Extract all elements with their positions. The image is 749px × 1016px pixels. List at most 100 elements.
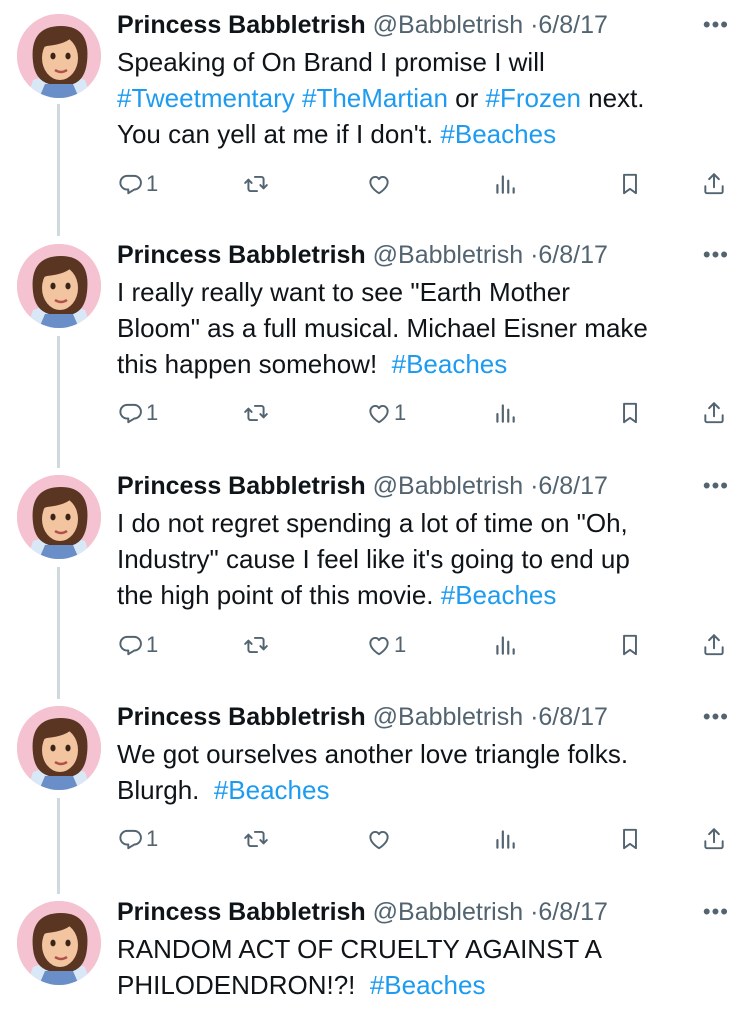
display-name[interactable]: Princess Babbletrish [117, 241, 366, 269]
tweet-text: Speaking of On Brand I promise I will #T… [117, 44, 731, 152]
like-count: 1 [394, 400, 407, 425]
more-icon[interactable]: ••• [703, 469, 729, 503]
display-name[interactable]: Princess Babbletrish [117, 703, 366, 731]
retweet-icon [243, 171, 269, 197]
avatar[interactable] [17, 901, 101, 985]
bookmark-button[interactable] [617, 628, 643, 662]
views-icon [492, 632, 518, 658]
bookmark-button[interactable] [617, 822, 643, 856]
hashtag-link[interactable]: #Beaches [214, 775, 330, 805]
tweet-text: I really really want to see "Earth Mothe… [117, 274, 731, 382]
retweet-button[interactable] [243, 628, 271, 662]
retweet-button[interactable] [243, 167, 271, 201]
tweet-header: Princess Babbletrish @Babbletrish ·6/8/1… [117, 8, 731, 42]
reply-count: 1 [146, 400, 159, 425]
share-icon [701, 171, 727, 197]
reply-button[interactable]: 1 [118, 396, 158, 430]
avatar[interactable] [17, 475, 101, 559]
more-icon[interactable]: ••• [703, 700, 729, 734]
share-button[interactable] [701, 822, 727, 856]
reply-icon [118, 171, 144, 197]
like-button[interactable]: 1 [366, 396, 406, 430]
views-button[interactable] [492, 167, 518, 201]
like-icon [366, 826, 392, 852]
share-button[interactable] [701, 396, 727, 430]
views-button[interactable] [492, 822, 518, 856]
hashtag-link[interactable]: #Beaches [440, 119, 556, 149]
like-button[interactable] [366, 167, 394, 201]
user-handle[interactable]: @Babbletrish [373, 241, 523, 269]
tweet-text-segment: or [447, 83, 486, 113]
tweet-text-segment: I really really want to see "Earth Mothe… [117, 277, 648, 379]
hashtag-link[interactable]: #Beaches [441, 580, 557, 610]
tweet[interactable]: Princess Babbletrish @Babbletrish ·6/8/1… [0, 889, 749, 1016]
avatar[interactable] [17, 244, 101, 328]
tweet-header: Princess Babbletrish @Babbletrish ·6/8/1… [117, 238, 731, 272]
tweet-text-segment: We got ourselves another love triangle f… [117, 739, 629, 805]
reply-button[interactable]: 1 [118, 167, 158, 201]
tweet-date[interactable]: 6/8/17 [538, 11, 608, 39]
avatar[interactable] [17, 706, 101, 790]
tweet[interactable]: Princess Babbletrish @Babbletrish ·6/8/1… [0, 463, 749, 693]
bookmark-button[interactable] [617, 396, 643, 430]
like-button[interactable] [366, 822, 394, 856]
display-name[interactable]: Princess Babbletrish [117, 11, 366, 39]
share-icon [701, 632, 727, 658]
reply-button[interactable]: 1 [118, 822, 158, 856]
like-icon [366, 171, 392, 197]
hashtag-link[interactable]: #Beaches [392, 349, 508, 379]
tweet-text: We got ourselves another love triangle f… [117, 736, 731, 808]
tweet-date[interactable]: 6/8/17 [538, 703, 608, 731]
user-handle[interactable]: @Babbletrish [373, 11, 523, 39]
reply-count: 1 [146, 171, 159, 196]
tweet-date[interactable]: 6/8/17 [538, 241, 608, 269]
bookmark-icon [617, 632, 643, 658]
tweet-date[interactable]: 6/8/17 [538, 472, 608, 500]
reply-count: 1 [146, 826, 159, 851]
bookmark-button[interactable] [617, 167, 643, 201]
bookmark-icon [617, 826, 643, 852]
share-button[interactable] [701, 167, 727, 201]
tweet-header: Princess Babbletrish @Babbletrish ·6/8/1… [117, 895, 731, 929]
more-icon[interactable]: ••• [703, 895, 729, 929]
bookmark-icon [617, 171, 643, 197]
reply-button[interactable]: 1 [118, 628, 158, 662]
reply-count: 1 [146, 632, 159, 657]
share-button[interactable] [701, 628, 727, 662]
like-button[interactable]: 1 [366, 628, 406, 662]
tweet-text-segment [295, 83, 302, 113]
hashtag-link[interactable]: #Tweetmentary [117, 83, 295, 113]
tweet-header: Princess Babbletrish @Babbletrish ·6/8/1… [117, 469, 731, 503]
display-name[interactable]: Princess Babbletrish [117, 472, 366, 500]
tweet-text-segment: Speaking of On Brand I promise I will [117, 47, 545, 77]
bookmark-icon [617, 400, 643, 426]
more-icon[interactable]: ••• [703, 238, 729, 272]
user-handle[interactable]: @Babbletrish [373, 898, 523, 926]
more-icon[interactable]: ••• [703, 8, 729, 42]
tweet-date[interactable]: 6/8/17 [538, 898, 608, 926]
reply-icon [118, 400, 144, 426]
tweet-header: Princess Babbletrish @Babbletrish ·6/8/1… [117, 700, 731, 734]
hashtag-link[interactable]: #TheMartian [302, 83, 448, 113]
user-handle[interactable]: @Babbletrish [373, 472, 523, 500]
share-icon [701, 826, 727, 852]
hashtag-link[interactable]: #Frozen [486, 83, 581, 113]
hashtag-link[interactable]: #Beaches [370, 970, 486, 1000]
retweet-icon [243, 826, 269, 852]
like-count: 1 [394, 632, 407, 657]
reply-icon [118, 632, 144, 658]
retweet-button[interactable] [243, 396, 271, 430]
views-button[interactable] [492, 628, 518, 662]
retweet-button[interactable] [243, 822, 271, 856]
tweet[interactable]: Princess Babbletrish @Babbletrish ·6/8/1… [0, 232, 749, 462]
views-button[interactable] [492, 396, 518, 430]
user-handle[interactable]: @Babbletrish [373, 703, 523, 731]
tweet[interactable]: Princess Babbletrish @Babbletrish ·6/8/1… [0, 0, 749, 230]
avatar[interactable] [17, 14, 101, 98]
tweet-text-segment: RANDOM ACT OF CRUELTY AGAINST A PHILODEN… [117, 934, 602, 1000]
like-icon [366, 632, 392, 658]
retweet-icon [243, 632, 269, 658]
display-name[interactable]: Princess Babbletrish [117, 898, 366, 926]
tweet[interactable]: Princess Babbletrish @Babbletrish ·6/8/1… [0, 694, 749, 884]
retweet-icon [243, 400, 269, 426]
